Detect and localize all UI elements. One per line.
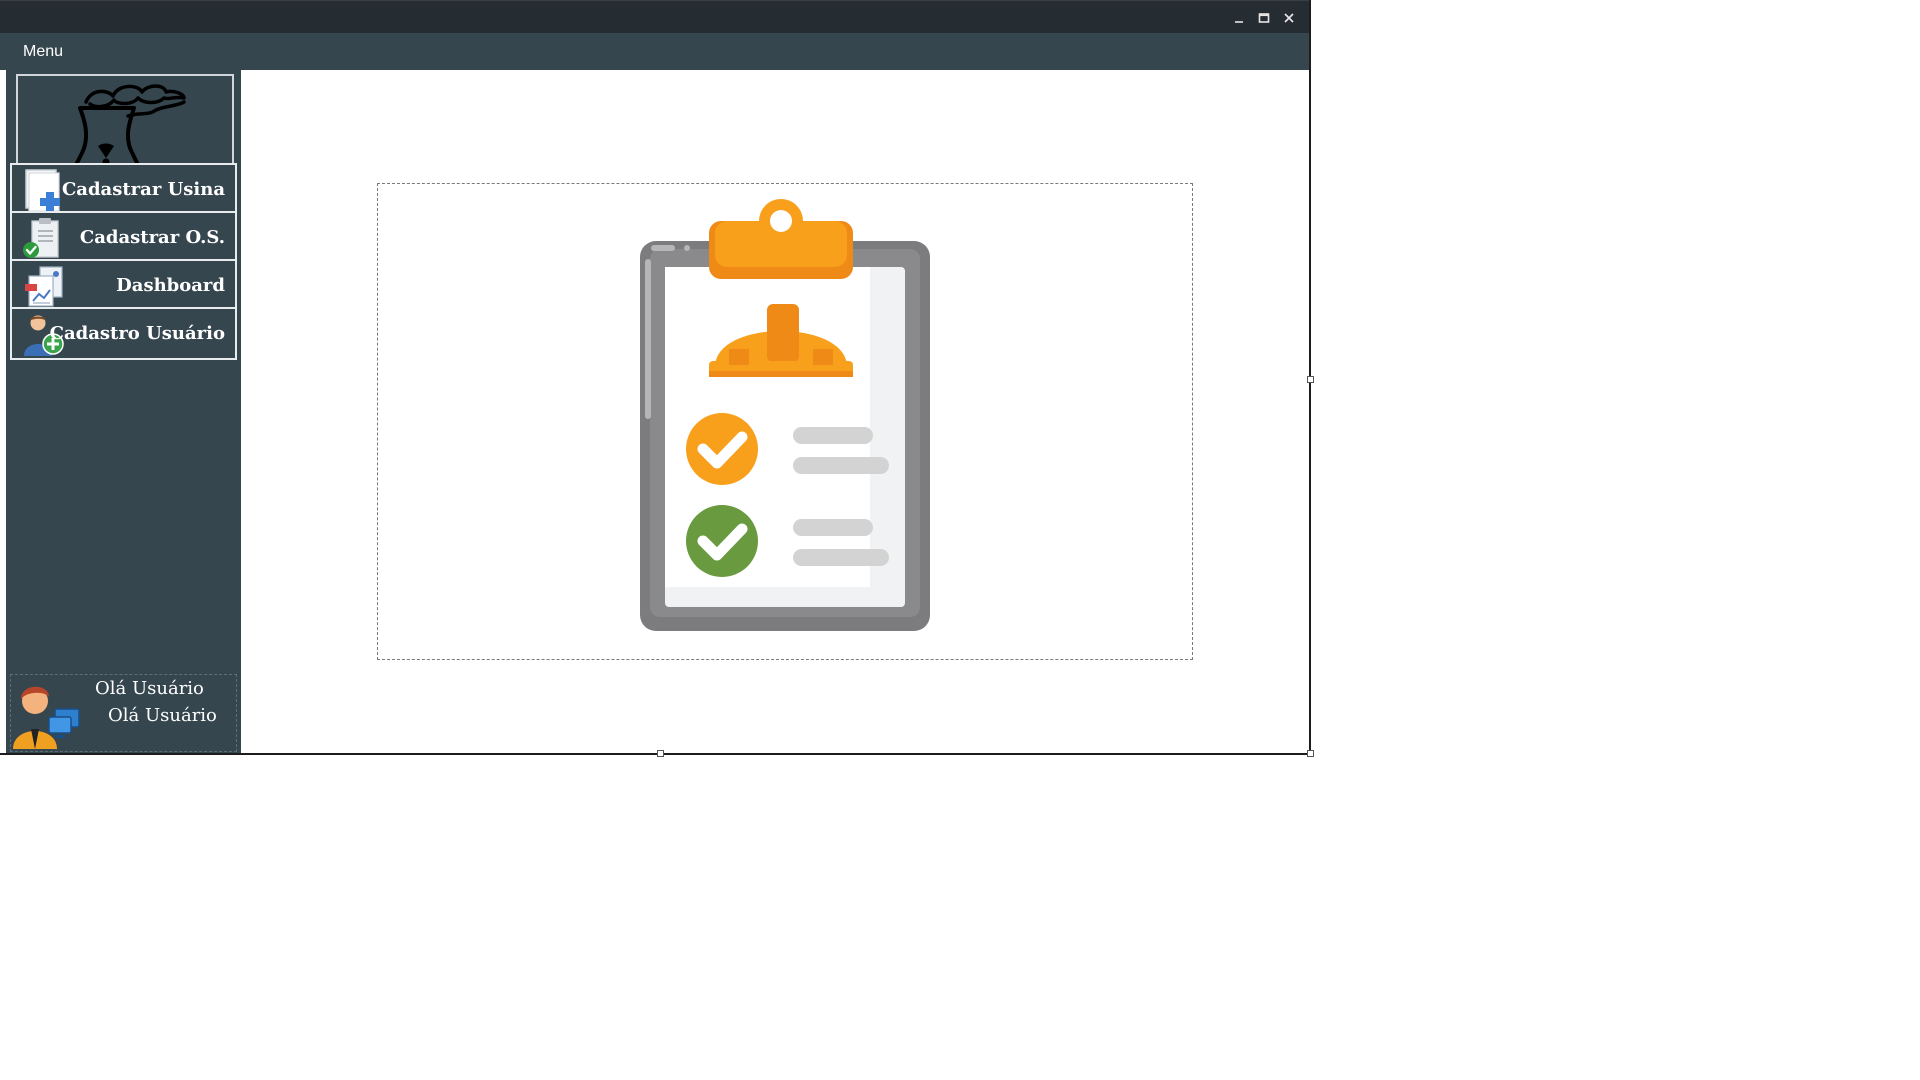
menu-item-menu[interactable]: Menu [23,33,63,70]
main-picture-box [377,183,1193,660]
nav-cadastro-usuario-button[interactable]: Cadastro Usuário [10,307,237,360]
nav-label: Cadastrar O.S. [79,227,225,248]
menu-bar: Menu [0,33,1309,70]
nav-label: Cadastrar Usina [61,179,225,200]
nav-label: Dashboard [116,275,225,296]
user-greeting-panel: Olá Usuário Olá Usuário [10,674,237,752]
close-icon [1284,13,1294,23]
minimize-icon [1235,21,1243,23]
title-bar[interactable] [0,0,1309,34]
safety-checklist-icon [640,198,930,631]
nav-label: Cadastro Usuário [49,323,225,344]
user-greeting-line2: Olá Usuário [108,705,217,726]
user-greeting-line1: Olá Usuário [95,678,204,699]
nav-cadastrar-usina-button[interactable]: Cadastrar Usina [10,163,237,216]
close-button[interactable] [1278,7,1300,29]
minimize-button[interactable] [1228,7,1250,29]
resize-handle-corner[interactable] [1307,750,1314,757]
resize-handle-right[interactable] [1307,376,1314,383]
sidebar: Cadastrar Usina Cadastrar O.S. Dashboard… [6,70,241,753]
add-document-icon [25,169,60,212]
nav-dashboard-button[interactable]: Dashboard [10,259,237,312]
main-content [241,70,1309,753]
nav-cadastrar-os-button[interactable]: Cadastrar O.S. [10,211,237,264]
report-icon [25,266,63,307]
maximize-icon [1258,13,1270,23]
app-window: Menu Cadastrar Usina Cadastrar O.S. Dash… [0,0,1314,757]
maximize-button[interactable] [1253,7,1275,29]
user-computer-icon [13,686,80,749]
resize-handle-bottom[interactable] [657,750,664,757]
clipboard-check-icon [23,218,59,258]
